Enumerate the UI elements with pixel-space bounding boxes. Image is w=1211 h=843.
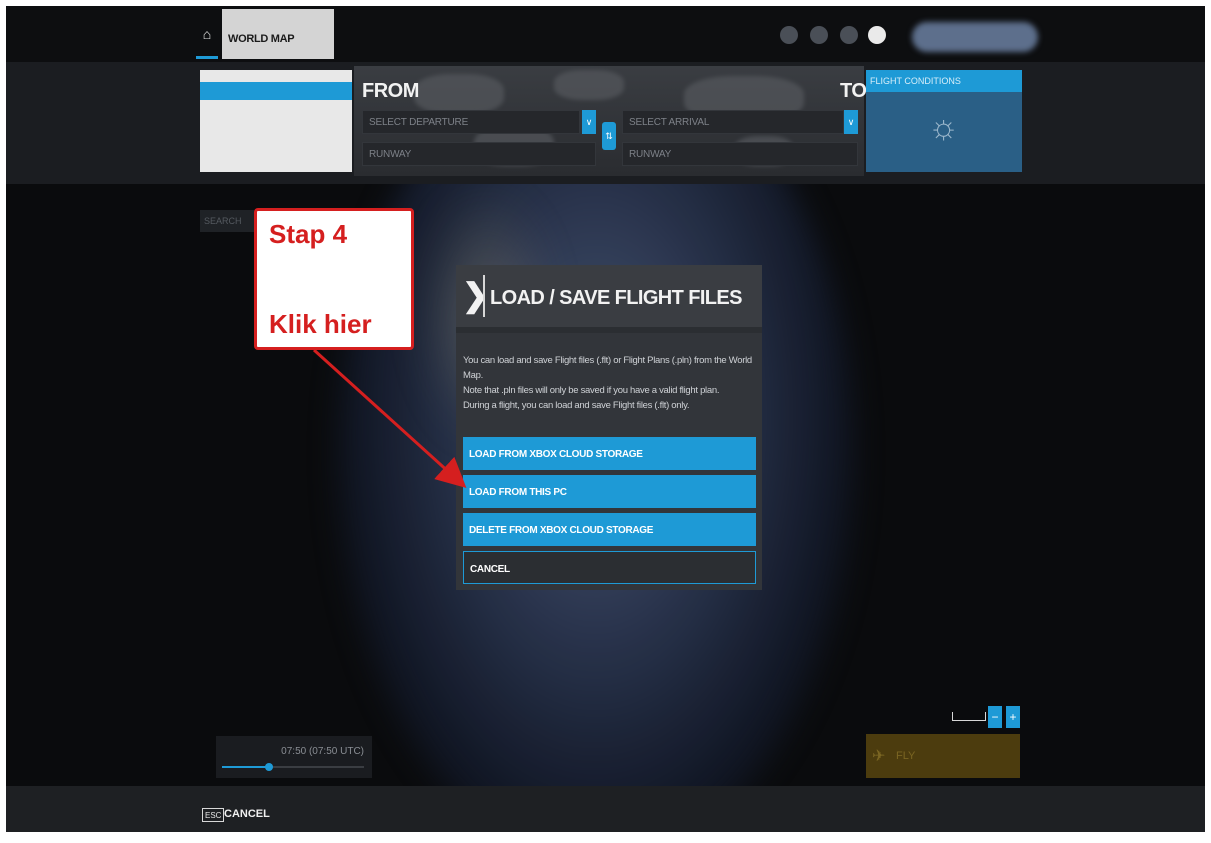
simulator-screen: ⌂ WORLD MAP FROM TO SELECT DEPARTURE ∨ R… (6, 6, 1205, 832)
divider (483, 275, 485, 317)
dialog-description: You can load and save Flight files (.flt… (463, 353, 759, 413)
load-from-pc-button[interactable]: LOAD FROM THIS PC (463, 475, 756, 508)
dialog-header: ❯ LOAD / SAVE FLIGHT FILES (456, 265, 762, 327)
esc-key-icon: ESC (202, 808, 225, 822)
time-of-day-widget: 07:50 (07:50 UTC) (216, 736, 372, 778)
map-scale-icon (952, 712, 986, 721)
status-icon-2[interactable] (810, 26, 828, 44)
footer-bar: ESC CANCEL (6, 786, 1205, 832)
status-icon-1[interactable] (780, 26, 798, 44)
footer-cancel-button[interactable]: CANCEL (224, 808, 270, 820)
description-line: Note that .pln files will only be saved … (463, 385, 720, 396)
description-line: You can load and save Flight files (.flt… (463, 355, 752, 381)
annotation-callout: Stap 4 Klik hier (254, 208, 414, 350)
top-bar: ⌂ WORLD MAP (6, 6, 1205, 62)
time-label: 07:50 (07:50 UTC) (281, 746, 364, 757)
zoom-in-button[interactable]: + (1006, 706, 1020, 728)
arrival-select[interactable]: SELECT ARRIVAL (622, 110, 844, 134)
home-active-indicator (196, 56, 218, 59)
swap-route-icon[interactable]: ⇅ (602, 122, 616, 150)
profile-name-blurred[interactable] (912, 22, 1038, 52)
dialog-cancel-button[interactable]: CANCEL (463, 551, 756, 584)
profile-icon[interactable] (868, 26, 886, 44)
time-slider-fill (222, 766, 269, 768)
airplane-takeoff-icon: ✈ (872, 748, 886, 765)
sun-icon: ☼ (928, 108, 960, 146)
arrival-chevron-down-icon[interactable]: ∨ (844, 110, 858, 134)
time-slider-handle[interactable] (264, 763, 273, 771)
load-from-cloud-button[interactable]: LOAD FROM XBOX CLOUD STORAGE (463, 437, 756, 470)
dialog-title: LOAD / SAVE FLIGHT FILES (490, 287, 743, 309)
search-input[interactable]: SEARCH (200, 210, 254, 232)
tab-world-map[interactable]: WORLD MAP (222, 9, 334, 59)
departure-runway-field[interactable]: RUNWAY (362, 142, 596, 166)
flight-conditions-title: FLIGHT CONDITIONS (866, 70, 1022, 92)
description-line: During a flight, you can load and save F… (463, 400, 690, 411)
flight-conditions-panel[interactable]: FLIGHT CONDITIONS ☼ (866, 70, 1022, 172)
home-icon[interactable]: ⌂ (196, 26, 218, 56)
aircraft-card-header (200, 82, 352, 100)
departure-chevron-down-icon[interactable]: ∨ (582, 110, 596, 134)
time-slider[interactable] (222, 763, 364, 771)
aircraft-card[interactable] (200, 70, 352, 172)
dialog-body: You can load and save Flight files (.flt… (456, 333, 762, 590)
fly-label: FLY (896, 750, 916, 762)
departure-select[interactable]: SELECT DEPARTURE (362, 110, 580, 134)
annotation-instruction: Klik hier (269, 309, 372, 339)
load-save-dialog: ❯ LOAD / SAVE FLIGHT FILES You can load … (456, 265, 762, 590)
delete-from-cloud-button[interactable]: DELETE FROM XBOX CLOUD STORAGE (463, 513, 756, 546)
notifications-icon[interactable] (840, 26, 858, 44)
arrival-runway-field[interactable]: RUNWAY (622, 142, 858, 166)
to-label: TO (840, 80, 867, 102)
from-label: FROM (362, 80, 419, 102)
fly-button[interactable]: ✈ FLY (866, 734, 1020, 778)
annotation-step: Stap 4 (269, 219, 348, 249)
zoom-out-button[interactable]: − (988, 706, 1002, 728)
